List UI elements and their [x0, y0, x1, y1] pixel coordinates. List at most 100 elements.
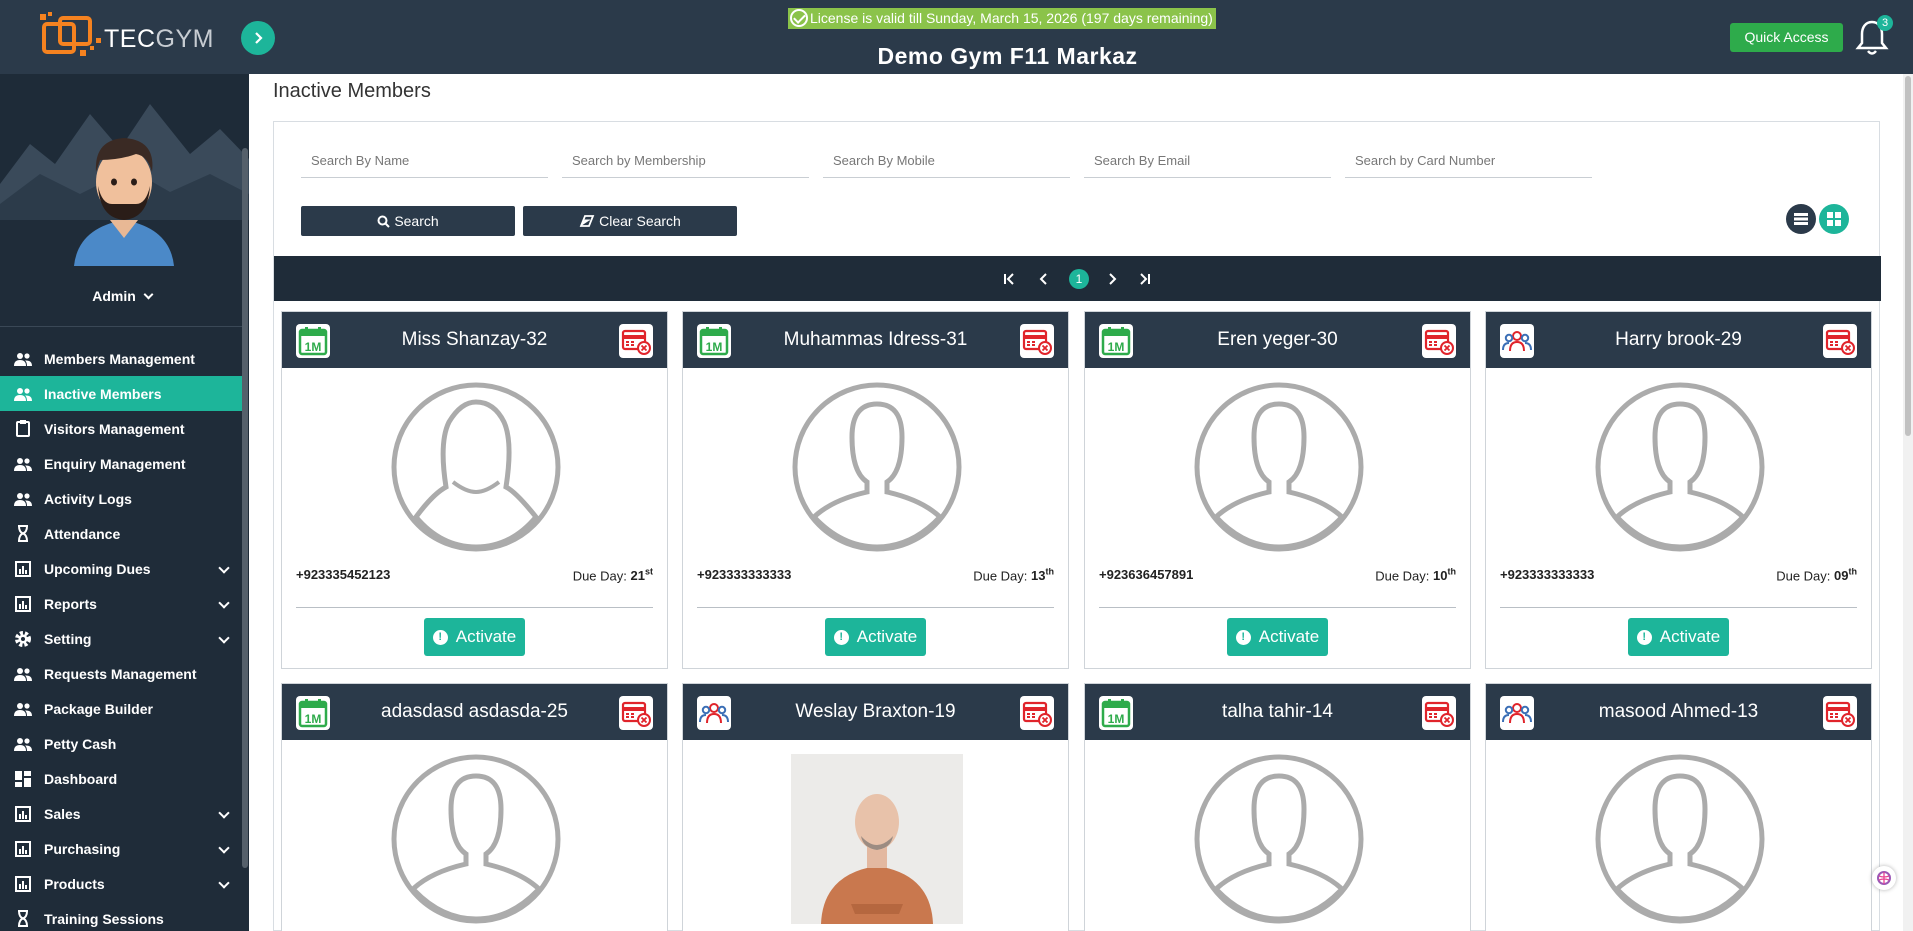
sidebar-item-label: Enquiry Management: [44, 455, 186, 472]
sidebar-item-label: Petty Cash: [44, 735, 117, 752]
female-avatar-icon: [391, 382, 561, 552]
member-name: talha tahir-14: [1222, 701, 1333, 722]
sidebar-item-reports[interactable]: Reports: [0, 586, 244, 621]
main-scrollbar[interactable]: [1903, 74, 1913, 931]
search-email-input[interactable]: Search By Email: [1084, 144, 1331, 178]
bar-chart-icon: [14, 560, 32, 578]
activate-button[interactable]: ! Activate: [424, 618, 525, 656]
sidebar-item-sales[interactable]: Sales: [0, 796, 244, 831]
chevron-down-icon: [218, 632, 230, 644]
sidebar-divider: [0, 326, 244, 327]
sidebar-item-products[interactable]: Products: [0, 866, 244, 901]
activate-button[interactable]: ! Activate: [1628, 618, 1729, 656]
chevron-down-icon: [218, 807, 230, 819]
member-card[interactable]: Harry brook-29 +923333333333 Due Day: 09…: [1485, 311, 1872, 669]
brain-icon[interactable]: [1872, 866, 1896, 890]
first-page-icon[interactable]: [1000, 256, 1020, 301]
calendar-1m-icon: [697, 324, 731, 358]
search-membership-input[interactable]: Search by Membership: [562, 144, 809, 178]
member-phone: +923636457891: [1099, 567, 1194, 582]
card-cancel-icon[interactable]: [619, 696, 653, 730]
sidebar-item-enquiry-management[interactable]: Enquiry Management: [0, 446, 244, 481]
card-cancel-icon[interactable]: [619, 324, 653, 358]
search-mobile-input[interactable]: Search By Mobile: [823, 144, 1070, 178]
sidebar-item-requests-management[interactable]: Requests Management: [0, 656, 244, 691]
activate-button[interactable]: ! Activate: [1227, 618, 1328, 656]
calendar-1m-icon: [296, 696, 330, 730]
member-card-header: Weslay Braxton-19: [683, 684, 1068, 740]
sidebar-scrollbar[interactable]: [242, 148, 248, 868]
member-phone: +923333333333: [697, 567, 792, 582]
group-icon: [1500, 696, 1534, 730]
chevron-down-icon: [218, 597, 230, 609]
list-view-button[interactable]: [1786, 204, 1816, 234]
card-cancel-icon[interactable]: [1422, 696, 1456, 730]
previous-page-icon[interactable]: [1034, 256, 1054, 301]
exclamation-icon: !: [1235, 629, 1251, 645]
member-card[interactable]: Muhammas Idress-31 +923333333333 Due Day…: [682, 311, 1069, 669]
sidebar-item-activity-logs[interactable]: Activity Logs: [0, 481, 244, 516]
sidebar-item-visitors-management[interactable]: Visitors Management: [0, 411, 244, 446]
user-menu[interactable]: Admin: [0, 288, 244, 304]
sidebar-item-members-management[interactable]: Members Management: [0, 341, 244, 376]
card-cancel-icon[interactable]: [1823, 696, 1857, 730]
sidebar-item-inactive-members[interactable]: Inactive Members: [0, 376, 244, 411]
member-due-day: Due Day: 09th: [1776, 567, 1857, 584]
app-logo[interactable]: TECGYM: [36, 10, 226, 68]
card-cancel-icon[interactable]: [1422, 324, 1456, 358]
member-card[interactable]: adasdasd asdasda-25: [281, 683, 668, 931]
people-icon: [14, 700, 32, 718]
sidebar-toggle-button[interactable]: [241, 21, 275, 55]
chevron-down-icon: [218, 877, 230, 889]
member-card[interactable]: Weslay Braxton-19: [682, 683, 1069, 931]
clear-search-button[interactable]: Clear Search: [523, 206, 737, 236]
member-card[interactable]: masood Ahmed-13: [1485, 683, 1872, 931]
scrollbar-thumb[interactable]: [1905, 76, 1911, 436]
people-icon: [14, 490, 32, 508]
card-divider: [697, 607, 1054, 608]
sidebar-item-upcoming-dues[interactable]: Upcoming Dues: [0, 551, 244, 586]
grid-view-button[interactable]: [1819, 204, 1849, 234]
search-name-input[interactable]: Search By Name: [301, 144, 548, 178]
sidebar-item-purchasing[interactable]: Purchasing: [0, 831, 244, 866]
sidebar-menu: Members Management Inactive Members Visi…: [0, 341, 244, 931]
calendar-1m-icon: [296, 324, 330, 358]
next-page-icon[interactable]: [1102, 256, 1122, 301]
card-divider: [1500, 607, 1857, 608]
sidebar-item-training-sessions[interactable]: Training Sessions: [0, 901, 244, 931]
check-circle-icon: [790, 9, 808, 27]
male-avatar-icon: [391, 754, 561, 924]
logo-mark-icon: [40, 12, 101, 56]
card-cancel-icon[interactable]: [1823, 324, 1857, 358]
bar-chart-icon: [14, 805, 32, 823]
member-card[interactable]: Eren yeger-30 +923636457891 Due Day: 10t…: [1084, 311, 1471, 669]
page-1-button[interactable]: 1: [1068, 256, 1090, 301]
search-card-number-input[interactable]: Search by Card Number: [1345, 144, 1592, 178]
sidebar-item-label: Attendance: [44, 525, 121, 542]
exclamation-icon: !: [432, 629, 448, 645]
people-icon: [14, 455, 32, 473]
male-avatar-icon: [1194, 382, 1364, 552]
sidebar-item-setting[interactable]: Setting: [0, 621, 244, 656]
bar-chart-icon: [14, 875, 32, 893]
sidebar-item-petty-cash[interactable]: Petty Cash: [0, 726, 244, 761]
card-cancel-icon[interactable]: [1020, 696, 1054, 730]
quick-access-button[interactable]: Quick Access: [1730, 23, 1843, 52]
member-card[interactable]: Miss Shanzay-32 +923335452123 Due Day: 2…: [281, 311, 668, 669]
sidebar-item-dashboard[interactable]: Dashboard: [0, 761, 244, 796]
sidebar-item-label: Training Sessions: [44, 910, 164, 927]
card-cancel-icon[interactable]: [1020, 324, 1054, 358]
member-card-header: adasdasd asdasda-25: [282, 684, 667, 740]
activate-button[interactable]: ! Activate: [825, 618, 926, 656]
search-button[interactable]: Search: [301, 206, 515, 236]
member-card-header: Eren yeger-30: [1085, 312, 1470, 368]
last-page-icon[interactable]: [1134, 256, 1154, 301]
sidebar: Admin Members Management Inactive Member…: [0, 74, 249, 931]
male-avatar-icon: [1194, 754, 1364, 924]
admin-avatar[interactable]: [70, 120, 178, 266]
sidebar-item-attendance[interactable]: Attendance: [0, 516, 244, 551]
sidebar-item-label: Visitors Management: [44, 420, 185, 437]
card-divider: [1099, 607, 1456, 608]
member-card[interactable]: talha tahir-14: [1084, 683, 1471, 931]
sidebar-item-package-builder[interactable]: Package Builder: [0, 691, 244, 726]
